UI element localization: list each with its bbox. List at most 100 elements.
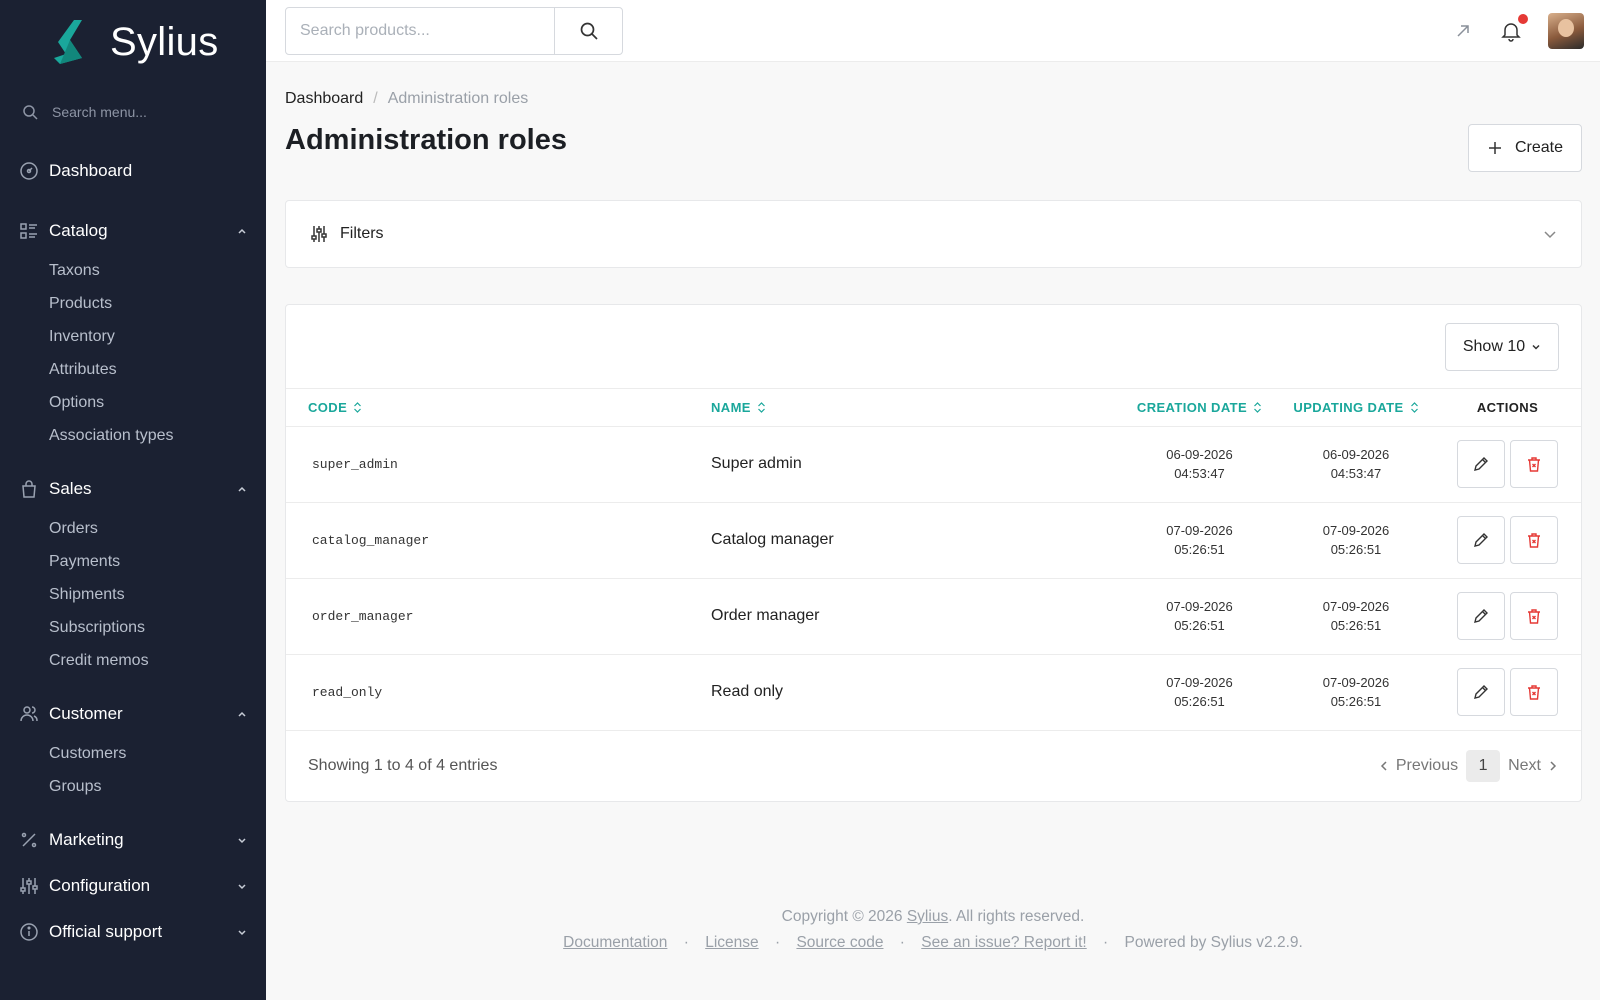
search-input[interactable] <box>286 8 554 54</box>
page-size-select[interactable]: Show 10 <box>1445 323 1559 371</box>
role-code: order_manager <box>286 578 711 655</box>
column-creation-date[interactable]: CREATION DATE <box>1121 389 1278 427</box>
role-code: catalog_manager <box>286 502 711 579</box>
next-button[interactable]: Next <box>1508 757 1559 775</box>
license-link[interactable]: License <box>705 934 758 951</box>
role-code: super_admin <box>286 426 711 503</box>
sidebar-item-options[interactable]: Options <box>49 386 266 419</box>
footer-links: Documentation · License · Source code · … <box>563 934 1303 951</box>
row-actions <box>1434 578 1581 655</box>
search-button[interactable] <box>554 8 622 54</box>
sidebar-item-label: Configuration <box>49 876 151 895</box>
delete-button[interactable] <box>1510 440 1558 488</box>
sidebar-item-label: Sales <box>49 479 92 498</box>
report-issue-link[interactable]: See an issue? Report it! <box>921 934 1086 951</box>
sidebar-item-customer[interactable]: Customer <box>0 691 266 737</box>
sidebar-menu: Dashboard Catalog Taxons Products Invent… <box>0 148 266 955</box>
page-title: Administration roles <box>285 124 567 156</box>
column-name[interactable]: NAME <box>711 389 1121 427</box>
edit-button[interactable] <box>1457 516 1505 564</box>
sort-icon <box>1254 401 1262 413</box>
filters-panel[interactable]: Filters <box>285 200 1582 268</box>
footer: Copyright © 2026 Sylius. All rights rese… <box>266 908 1600 952</box>
bell-icon <box>1501 23 1521 42</box>
chevron-down-icon[interactable] <box>236 926 248 938</box>
role-name: Order manager <box>711 578 1121 655</box>
delete-button[interactable] <box>1510 516 1558 564</box>
sidebar-item-attributes[interactable]: Attributes <box>49 353 266 386</box>
sidebar-item-catalog[interactable]: Catalog <box>0 208 266 254</box>
sidebar-item-sales[interactable]: Sales <box>0 466 266 512</box>
pagination: Previous 1 Next <box>1378 749 1559 782</box>
menu-search[interactable]: Search menu... <box>0 84 266 140</box>
sort-icon <box>757 401 765 413</box>
page-1-button[interactable]: 1 <box>1466 749 1501 782</box>
chevron-down-icon[interactable] <box>1543 227 1557 241</box>
sidebar-item-credit-memos[interactable]: Credit memos <box>49 644 266 677</box>
menu-group-catalog: Catalog Taxons Products Inventory Attrib… <box>0 208 266 452</box>
avatar[interactable] <box>1548 13 1584 49</box>
sidebar-item-label: Customer <box>49 704 123 723</box>
sidebar-item-association-types[interactable]: Association types <box>49 419 266 452</box>
chevron-down-icon[interactable] <box>236 834 248 846</box>
pencil-icon <box>1474 533 1488 547</box>
notifications-button[interactable] <box>1500 14 1528 42</box>
updating-date: 07-09-2026 05:26:51 <box>1278 578 1434 655</box>
column-updating-date[interactable]: UPDATING DATE <box>1278 389 1434 427</box>
page-content: Dashboard / Administration roles Adminis… <box>266 90 1600 802</box>
edit-button[interactable] <box>1457 592 1505 640</box>
breadcrumb-dashboard[interactable]: Dashboard <box>285 90 363 108</box>
sidebar-item-dashboard[interactable]: Dashboard <box>0 148 266 194</box>
sidebar-item-shipments[interactable]: Shipments <box>49 578 266 611</box>
table-footer: Showing 1 to 4 of 4 entries Previous 1 N… <box>286 731 1581 801</box>
sidebar-item-subscriptions[interactable]: Subscriptions <box>49 611 266 644</box>
sylius-link[interactable]: Sylius <box>907 908 948 925</box>
sidebar-item-groups[interactable]: Groups <box>49 770 266 803</box>
previous-button[interactable]: Previous <box>1378 757 1458 775</box>
external-link-icon[interactable] <box>1452 20 1474 42</box>
delete-button[interactable] <box>1510 668 1558 716</box>
chevron-up-icon[interactable] <box>236 483 248 495</box>
sidebar-item-marketing[interactable]: Marketing <box>0 817 266 863</box>
sort-icon <box>354 401 362 413</box>
documentation-link[interactable]: Documentation <box>563 934 667 951</box>
breadcrumb-separator: / <box>373 90 378 107</box>
main-area: Dashboard / Administration roles Adminis… <box>266 0 1600 1000</box>
sidebar-item-label: Official support <box>49 922 163 941</box>
edit-button[interactable] <box>1457 668 1505 716</box>
sidebar-item-official-support[interactable]: Official support <box>0 909 266 955</box>
sidebar-item-products[interactable]: Products <box>49 287 266 320</box>
customer-submenu: Customers Groups <box>0 737 266 803</box>
source-code-link[interactable]: Source code <box>796 934 883 951</box>
sidebar-item-inventory[interactable]: Inventory <box>49 320 266 353</box>
sidebar-item-customers[interactable]: Customers <box>49 737 266 770</box>
delete-button[interactable] <box>1510 592 1558 640</box>
sidebar-item-configuration[interactable]: Configuration <box>0 863 266 909</box>
chevron-down-icon[interactable] <box>236 880 248 892</box>
breadcrumb-current: Administration roles <box>387 90 529 107</box>
chevron-left-icon <box>1380 760 1387 771</box>
create-button[interactable]: Create <box>1468 124 1582 172</box>
row-actions <box>1434 654 1581 731</box>
menu-search-placeholder: Search menu... <box>52 104 147 120</box>
breadcrumb: Dashboard / Administration roles <box>285 90 1582 108</box>
edit-button[interactable] <box>1457 440 1505 488</box>
table-row: read_only Read only 07-09-2026 05:26:51 0… <box>286 654 1581 731</box>
pencil-icon <box>1474 609 1488 623</box>
table-header-row: CODE NAME CREATION DATE UPDATING DATE AC… <box>286 389 1581 427</box>
percent-icon <box>21 832 37 848</box>
trash-icon <box>1528 685 1540 700</box>
sidebar-item-payments[interactable]: Payments <box>49 545 266 578</box>
create-button-label: Create <box>1514 139 1564 156</box>
brand-logo[interactable]: Sylius <box>0 0 266 84</box>
sidebar-item-taxons[interactable]: Taxons <box>49 254 266 287</box>
creation-date: 07-09-2026 05:26:51 <box>1121 654 1278 731</box>
sidebar-item-orders[interactable]: Orders <box>49 512 266 545</box>
role-name: Read only <box>711 654 1121 731</box>
chevron-up-icon[interactable] <box>236 708 248 720</box>
chevron-up-icon[interactable] <box>236 225 248 237</box>
sliders-icon <box>20 878 38 894</box>
column-code[interactable]: CODE <box>286 389 711 427</box>
menu-group-sales: Sales Orders Payments Shipments Subscrip… <box>0 466 266 677</box>
bag-icon <box>22 480 36 498</box>
